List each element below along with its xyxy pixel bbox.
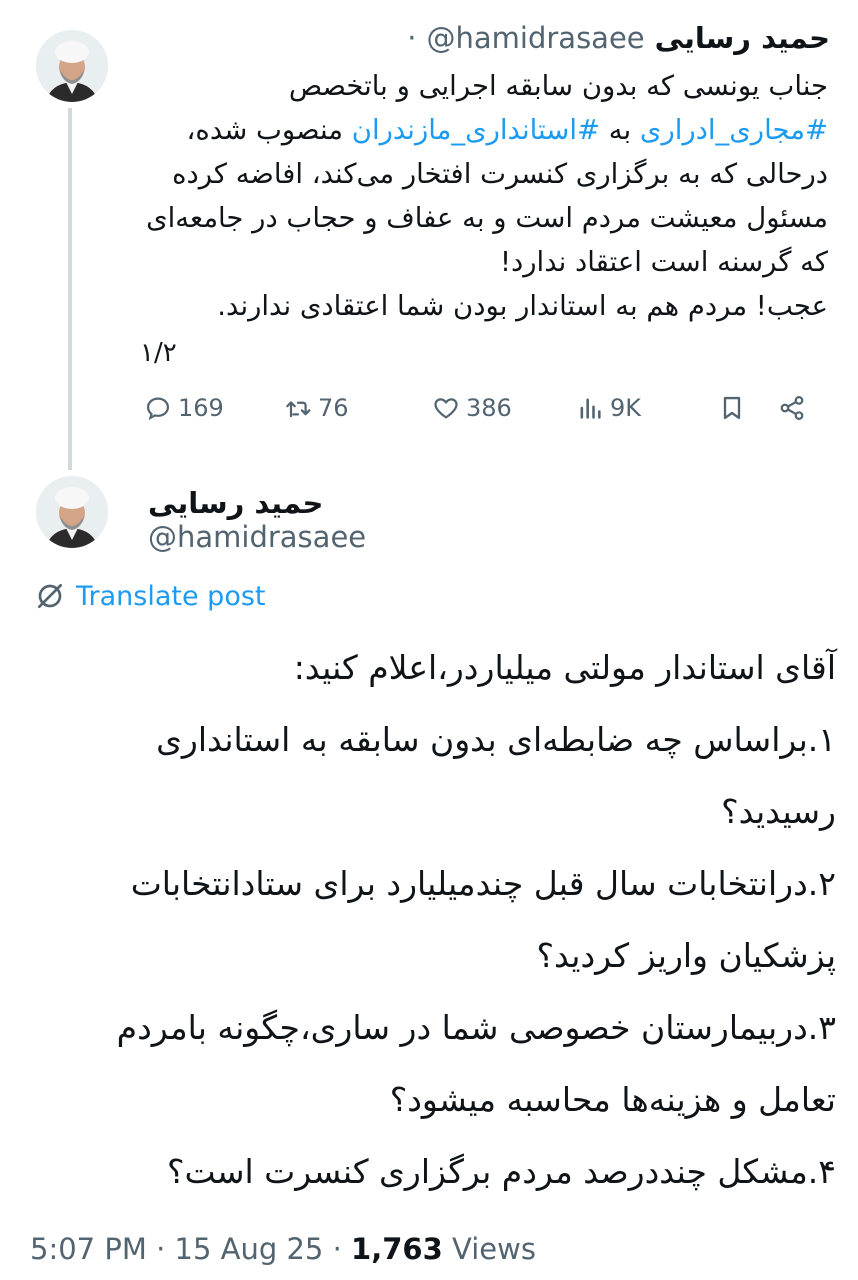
share-button[interactable] <box>778 388 806 428</box>
tweet-paragraph: ۲.درانتخابات سال قبل چندمیلیارد برای ستا… <box>130 864 836 975</box>
tweet-text-segment: به <box>600 114 640 146</box>
thread-counter: ۱/۲ <box>140 338 177 368</box>
like-button[interactable]: 386 <box>432 388 512 428</box>
tweet-line: درحالی که به برگزاری کنسرت افتخار می‌کند… <box>172 158 828 190</box>
reply-count: 169 <box>178 394 224 422</box>
translate-label: Translate post <box>76 580 266 612</box>
post-time[interactable]: 5:07 PM <box>30 1232 147 1266</box>
bookmark-button[interactable] <box>718 388 746 428</box>
globe-slash-icon <box>38 584 62 608</box>
tweet-text-segment: منصوب شده، <box>186 114 352 146</box>
tweet-line: #مجاری_ادراری به #استانداری_مازندران منص… <box>140 108 828 152</box>
tweet-meta: 5:07 PM · 15 Aug 25 · 1,763 Views <box>30 1232 536 1266</box>
views-label: Views <box>442 1232 536 1266</box>
tweet-line: مسئول معیشت مردم است و به عفاف و حجاب در… <box>146 202 828 234</box>
meta-separator: · <box>323 1232 352 1266</box>
tweet-paragraph: ۴.مشکل چنددرصد مردم برگزاری کنسرت است؟ <box>166 1152 836 1191</box>
tweet-paragraph: ۳.دربیمارستان خصوصی شما در ساری،چگونه با… <box>116 1008 836 1119</box>
views-count: 9K <box>610 394 642 422</box>
repost-icon <box>286 401 311 418</box>
tweet-text: آقای استاندار مولتی میلیاردر،اعلام کنید:… <box>40 632 836 1208</box>
tweet-line: عجب! مردم هم به استاندار بودن شما اعتقاد… <box>217 290 828 322</box>
bar-chart-icon <box>580 398 601 419</box>
author-handle[interactable]: @hamidrasaee <box>148 520 366 554</box>
thread-line <box>68 108 72 470</box>
author-name[interactable]: حمید رسایی <box>655 21 830 55</box>
tweet-paragraph: آقای استاندار مولتی میلیاردر،اعلام کنید: <box>293 648 836 687</box>
hashtag-link[interactable]: #مجاری_ادراری <box>640 114 828 146</box>
like-count: 386 <box>466 394 512 422</box>
post-date[interactable]: 15 Aug 25 <box>175 1232 324 1266</box>
heart-icon <box>434 398 458 419</box>
tweet-paragraph: ۱.براساس چه ضابطه‌ای بدون سابقه به استان… <box>156 720 836 831</box>
comment-icon <box>146 397 170 421</box>
tweet-line: که گرسنه است اعتقاد ندارد! <box>500 246 828 278</box>
views-total: 1,763 <box>351 1232 443 1266</box>
tweet-text: جناب یونسی که بدون سابقه اجرایی و باتخصص… <box>140 64 828 328</box>
tweet-line: جناب یونسی که بدون سابقه اجرایی و باتخصص <box>288 70 828 102</box>
reply-button[interactable]: 169 <box>144 388 224 428</box>
views-button[interactable]: 9K <box>576 388 641 428</box>
avatar[interactable] <box>36 30 108 102</box>
author-name[interactable]: حمید رسایی <box>148 486 323 520</box>
action-bar: 169 76 386 9K <box>140 388 820 428</box>
avatar[interactable] <box>36 476 108 548</box>
translate-post-link[interactable]: Translate post <box>34 578 266 614</box>
author-handle[interactable]: @hamidrasaee <box>427 21 645 55</box>
repost-count: 76 <box>318 394 349 422</box>
bookmark-icon <box>723 396 741 420</box>
tweet-header: · @hamidrasaee حمید رسایی <box>140 18 830 58</box>
hashtag-link[interactable]: #استانداری_مازندران <box>352 114 600 146</box>
meta-separator: · <box>146 1232 175 1266</box>
share-icon <box>780 396 804 420</box>
repost-button[interactable]: 76 <box>284 388 349 428</box>
header-separator: · <box>407 21 417 55</box>
